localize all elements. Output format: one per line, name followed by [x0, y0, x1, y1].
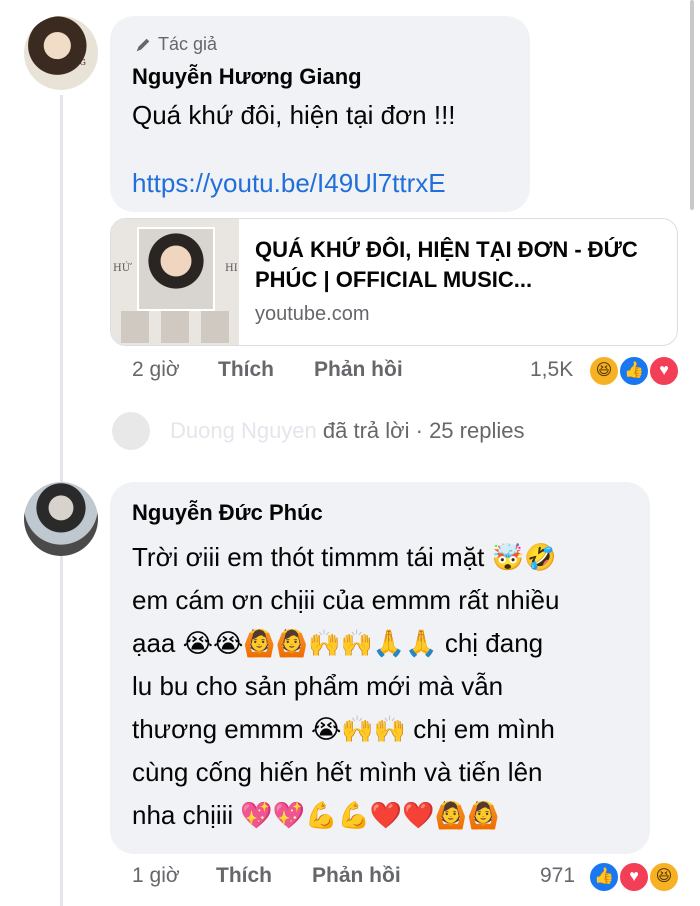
- like-icon: 👍: [588, 861, 620, 893]
- author-badge-label: Tác giả: [158, 34, 218, 54]
- comment-line: cùng cống hiến hết mình và tiến lên: [132, 757, 543, 787]
- replier-name: Duong Nguyen: [170, 418, 317, 443]
- love-icon: ♥: [618, 861, 650, 893]
- like-button[interactable]: Thích: [218, 358, 274, 382]
- comment-bubble: Nguyễn Đức Phúc Trời ơiii em thót timmm …: [110, 482, 650, 854]
- thumb-text-left: HỨ: [113, 263, 131, 274]
- comment-text: Trời ơiii em thót timmm tái mặt 🤯🤣 em cá…: [132, 536, 642, 837]
- comment-line: thương emmm 😭🙌🙌 chị em mình: [132, 714, 555, 744]
- comment-line: nha chịiii 💖💖💪💪❤️❤️🙆🙆: [132, 800, 500, 830]
- comment-line: em cám ơn chịii của emmm rất nhiều: [132, 585, 560, 615]
- like-icon: 👍: [618, 355, 650, 387]
- replies-verb: đã trả lời: [322, 418, 410, 443]
- avatar[interactable]: [24, 482, 98, 556]
- replier-avatar: [112, 412, 150, 450]
- comment-author[interactable]: Nguyễn Hương Giang: [132, 64, 362, 90]
- preview-title: QUÁ KHỨ ĐÔI, HIỆN TẠI ĐƠN - ĐỨC PHÚC | O…: [255, 237, 638, 292]
- pen-icon: [136, 38, 150, 51]
- scrollbar[interactable]: [690, 0, 694, 210]
- haha-icon: 😆: [588, 355, 620, 387]
- comment-text: Quá khứ đôi, hiện tại đơn !!!: [132, 100, 456, 130]
- haha-icon: 😆: [648, 861, 680, 893]
- thumb-text-right: HI: [225, 263, 238, 274]
- thumbnail-person: [161, 311, 189, 343]
- love-icon: ♥: [648, 355, 680, 387]
- like-button[interactable]: Thích: [216, 864, 272, 888]
- comment-line: ạaa 😭😭🙆🙆🙌🙌🙏🙏 chị đang: [132, 628, 544, 658]
- comment-author[interactable]: Nguyễn Đức Phúc: [132, 500, 323, 526]
- comment-link[interactable]: https://youtu.be/I49Ul7ttrxE: [132, 168, 446, 199]
- avatar-text: EM ĐƯƠNG: [36, 58, 86, 67]
- reaction-count[interactable]: 971: [540, 864, 575, 888]
- comment-line: lu bu cho sản phẩm mới mà vẫn: [132, 671, 504, 701]
- replies-separator: ·: [415, 418, 423, 443]
- link-preview-card[interactable]: HỨ HI QUÁ KHỨ ĐÔI, HIỆN TẠI ĐƠN - ĐỨC PH…: [110, 218, 678, 346]
- replies-count: 25 replies: [429, 418, 525, 443]
- comment-time[interactable]: 2 giờ: [132, 358, 180, 382]
- comment-line: Trời ơiii em thót timmm tái mặt 🤯🤣: [132, 542, 557, 572]
- reaction-count[interactable]: 1,5K: [530, 358, 573, 382]
- view-replies-link[interactable]: Duong Nguyen đã trả lời · 25 replies: [112, 412, 524, 450]
- video-thumbnail: HỨ HI: [111, 219, 239, 345]
- thumbnail-portrait: [137, 227, 215, 311]
- avatar[interactable]: EM ĐƯƠNG: [24, 16, 98, 90]
- thumbnail-person: [121, 311, 149, 343]
- thumbnail-person: [201, 311, 229, 343]
- comment-bubble: Tác giả Nguyễn Hương Giang Quá khứ đôi, …: [110, 16, 530, 212]
- author-badge: Tác giả: [134, 34, 217, 55]
- preview-domain: youtube.com: [255, 303, 370, 325]
- reply-button[interactable]: Phản hồi: [314, 358, 403, 382]
- reply-button[interactable]: Phản hồi: [312, 864, 401, 888]
- comment-time[interactable]: 1 giờ: [132, 864, 180, 888]
